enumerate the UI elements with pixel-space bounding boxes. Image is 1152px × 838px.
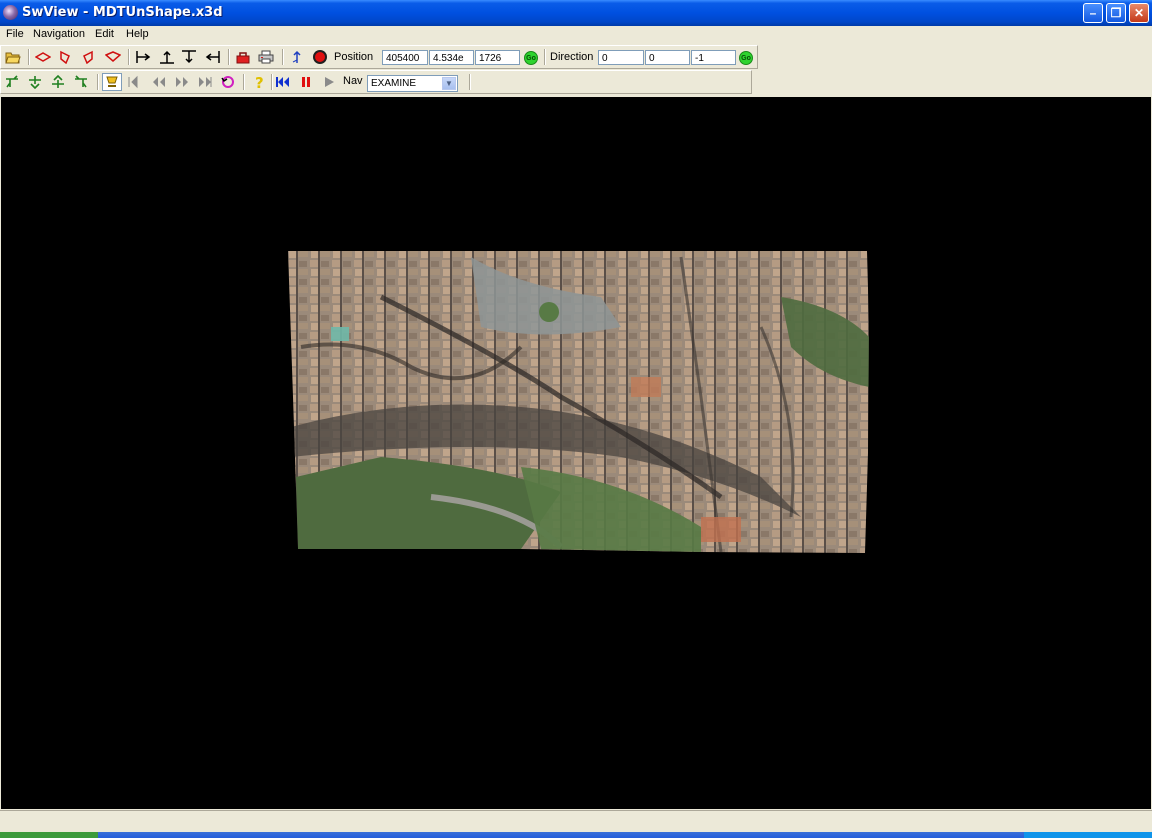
menu-bar: File Navigation Edit Help bbox=[0, 26, 1152, 45]
position-x-field[interactable]: 405400 bbox=[382, 50, 428, 65]
separator bbox=[228, 49, 230, 65]
align-right-icon[interactable] bbox=[203, 48, 223, 66]
separator bbox=[97, 74, 99, 90]
minimize-button[interactable]: – bbox=[1083, 3, 1103, 23]
viewpoint-prev-icon[interactable] bbox=[149, 73, 169, 91]
separator bbox=[544, 49, 546, 65]
viewpoint-first-icon[interactable] bbox=[125, 73, 145, 91]
menu-file[interactable]: File bbox=[6, 28, 24, 40]
viewpoint-next-icon[interactable] bbox=[172, 73, 192, 91]
headlight-icon[interactable] bbox=[102, 73, 122, 91]
menu-navigation[interactable]: Navigation bbox=[33, 28, 85, 40]
direction-x-field[interactable]: 0 bbox=[598, 50, 644, 65]
system-tray bbox=[1024, 832, 1152, 838]
align-top-icon[interactable] bbox=[179, 48, 199, 66]
pause-icon[interactable] bbox=[296, 73, 316, 91]
chevron-down-icon[interactable]: ▼ bbox=[442, 77, 456, 90]
view-front-icon[interactable] bbox=[33, 48, 53, 66]
main-toolbar: Position 405400 4.534e 1726 Go Direction… bbox=[0, 45, 758, 69]
separator bbox=[243, 74, 245, 90]
navigation-toolbar: ? Nav EXAMINE ▼ bbox=[0, 70, 752, 94]
nav-label: Nav bbox=[343, 75, 363, 87]
menu-edit[interactable]: Edit bbox=[95, 28, 114, 40]
view-right-icon[interactable] bbox=[78, 48, 98, 66]
viewport-3d[interactable] bbox=[1, 97, 1151, 809]
menu-help[interactable]: Help bbox=[126, 28, 149, 40]
walk-up-icon[interactable] bbox=[48, 73, 68, 91]
nav-mode-value: EXAMINE bbox=[371, 78, 417, 89]
position-y-field[interactable]: 4.534e bbox=[429, 50, 474, 65]
direction-go-button[interactable]: Go bbox=[739, 51, 753, 65]
walk-right-icon[interactable] bbox=[71, 73, 91, 91]
terrain-render bbox=[288, 251, 869, 553]
align-bottom-icon[interactable] bbox=[157, 48, 177, 66]
view-top-icon[interactable] bbox=[103, 48, 123, 66]
start-button[interactable] bbox=[0, 832, 98, 838]
rotate-icon[interactable] bbox=[218, 73, 238, 91]
walk-down-icon[interactable] bbox=[25, 73, 45, 91]
direction-y-field[interactable]: 0 bbox=[645, 50, 690, 65]
separator bbox=[28, 49, 30, 65]
viewpoint-last-icon[interactable] bbox=[195, 73, 215, 91]
taskbar bbox=[0, 832, 1152, 838]
title-bar: SwView - MDTUnShape.x3d – ❐ ✕ bbox=[0, 0, 1152, 26]
view-left-icon[interactable] bbox=[55, 48, 75, 66]
svg-text:?: ? bbox=[255, 74, 264, 90]
window-title: SwView - MDTUnShape.x3d bbox=[22, 5, 223, 20]
walk-left-icon[interactable] bbox=[2, 73, 22, 91]
separator bbox=[128, 49, 130, 65]
help-icon[interactable]: ? bbox=[249, 73, 269, 91]
align-left-icon[interactable] bbox=[133, 48, 153, 66]
direction-label: Direction bbox=[550, 51, 594, 63]
status-bar bbox=[0, 810, 1152, 833]
position-go-button[interactable]: Go bbox=[524, 51, 538, 65]
lock-icon[interactable] bbox=[233, 48, 253, 66]
nav-mode-select[interactable]: EXAMINE ▼ bbox=[367, 75, 458, 92]
rewind-icon[interactable] bbox=[273, 73, 293, 91]
position-z-field[interactable]: 1726 bbox=[475, 50, 520, 65]
play-icon[interactable] bbox=[319, 73, 339, 91]
position-label: Position bbox=[334, 51, 374, 63]
close-button[interactable]: ✕ bbox=[1129, 3, 1149, 23]
maximize-button[interactable]: ❐ bbox=[1106, 3, 1126, 23]
up-vector-icon[interactable] bbox=[287, 48, 307, 66]
direction-z-field[interactable]: -1 bbox=[691, 50, 736, 65]
separator bbox=[469, 74, 471, 90]
app-icon bbox=[3, 5, 18, 20]
print-icon[interactable] bbox=[256, 48, 276, 66]
separator bbox=[282, 49, 284, 65]
open-file-icon[interactable] bbox=[3, 48, 23, 66]
record-icon[interactable] bbox=[310, 48, 330, 66]
